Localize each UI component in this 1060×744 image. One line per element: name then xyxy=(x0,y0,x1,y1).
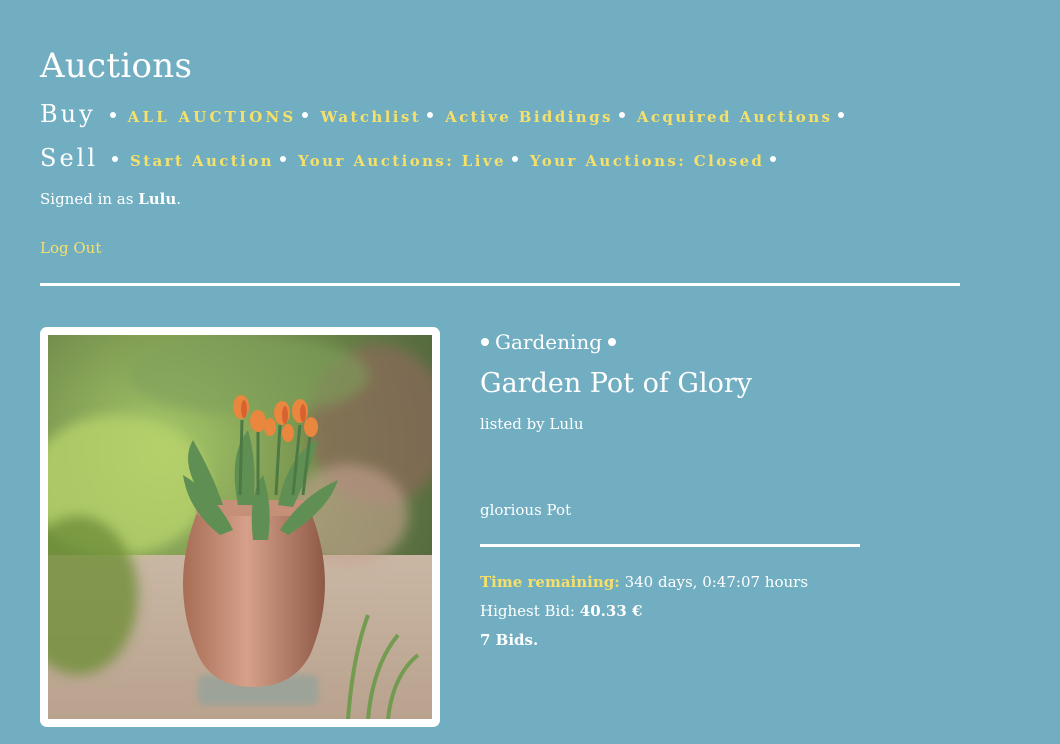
highest-bid-label: Highest Bid: xyxy=(480,602,575,620)
signed-in-suffix: . xyxy=(176,190,182,208)
bullet-separator xyxy=(481,338,489,346)
bullet-separator xyxy=(608,338,617,346)
site-title: Auctions xyxy=(40,46,193,86)
bullet-separator xyxy=(618,112,625,118)
nav-link-your-auctions-live[interactable]: Your Auctions: Live xyxy=(298,152,506,170)
buy-nav: Buy ALL AUCTIONS Watchlist Active Biddin… xyxy=(40,100,856,128)
nav-link-all-auctions[interactable]: ALL AUCTIONS xyxy=(128,108,297,126)
signed-in-prefix: Signed in as xyxy=(40,190,134,208)
buy-heading: Buy xyxy=(40,100,96,128)
auction-page: Auctions Buy ALL AUCTIONS Watchlist Acti… xyxy=(0,0,1060,744)
bullet-separator xyxy=(279,156,286,162)
category-label[interactable]: Gardening xyxy=(495,330,602,354)
bullet-separator xyxy=(838,112,845,118)
header-divider xyxy=(40,283,960,286)
sell-nav: Sell Start Auction Your Auctions: Live Y… xyxy=(40,144,788,172)
nav-link-active-biddings[interactable]: Active Biddings xyxy=(445,108,613,126)
listing-image[interactable] xyxy=(48,335,432,719)
highest-bid-value: 40.33 € xyxy=(579,602,643,620)
bullet-separator xyxy=(112,156,118,162)
bullet-separator xyxy=(770,156,777,162)
signed-in-username: Lulu xyxy=(138,190,177,208)
bullet-separator xyxy=(427,112,434,118)
pot-with-tulips-illustration xyxy=(48,335,432,719)
highest-bid: Highest Bid: 40.33 € xyxy=(480,602,642,620)
listing-title: Garden Pot of Glory xyxy=(480,368,753,399)
nav-link-your-auctions-closed[interactable]: Your Auctions: Closed xyxy=(530,152,764,170)
nav-link-acquired-auctions[interactable]: Acquired Auctions xyxy=(637,108,832,126)
listing-seller: listed by Lulu xyxy=(480,415,584,433)
bullet-separator xyxy=(109,112,116,118)
bid-count: 7 Bids. xyxy=(480,631,539,649)
bullet-separator xyxy=(511,156,518,162)
time-remaining: Time remaining: 340 days, 0:47:07 hours xyxy=(480,573,808,591)
sell-heading: Sell xyxy=(40,144,98,172)
time-remaining-label: Time remaining: xyxy=(480,573,620,591)
time-remaining-value: 340 days, 0:47:07 hours xyxy=(624,573,809,591)
nav-link-start-auction[interactable]: Start Auction xyxy=(130,152,274,170)
listing-divider xyxy=(480,544,860,547)
listing-image-frame xyxy=(40,327,440,727)
signed-in-status: Signed in as Lulu. xyxy=(40,190,181,208)
bullet-separator xyxy=(302,112,309,118)
listing-category: Gardening xyxy=(480,330,617,354)
listing-description: glorious Pot xyxy=(480,501,572,519)
logout-link[interactable]: Log Out xyxy=(40,239,101,257)
nav-link-watchlist[interactable]: Watchlist xyxy=(320,108,421,126)
